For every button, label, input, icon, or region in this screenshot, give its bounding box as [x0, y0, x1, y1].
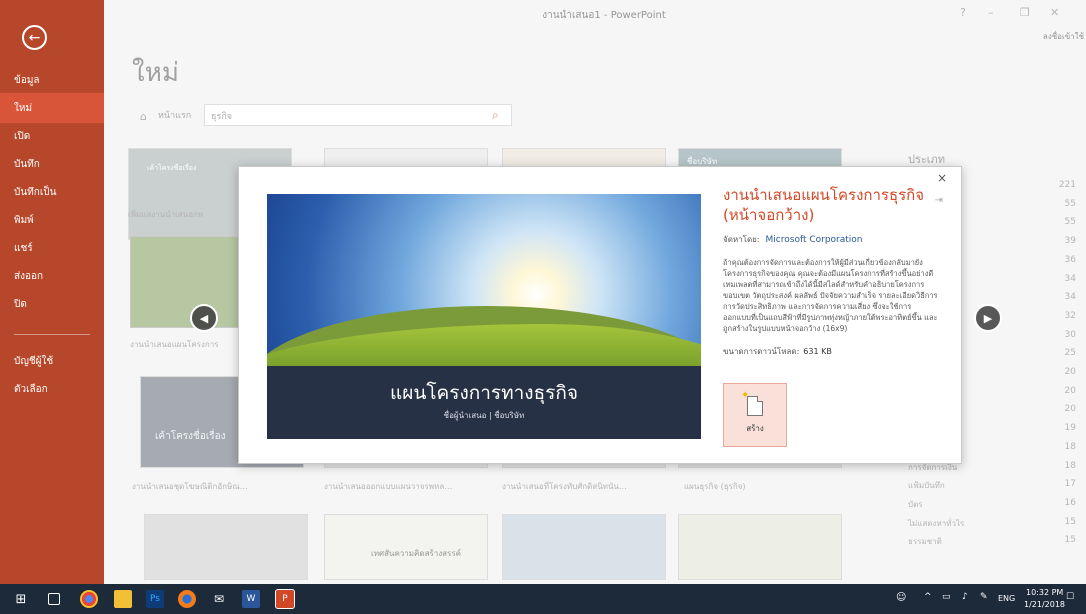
create-label: สร้าง [746, 423, 764, 433]
language-indicator[interactable]: ENG [998, 594, 1015, 603]
nav-item-open[interactable]: เปิด [0, 121, 104, 151]
taskbar: ⊞ Ps ✉ W P ☺ ^ ▭ ♪ ✎ ENG 10:32 PM 1/21/2… [0, 584, 1086, 614]
download-size-label: ขนาดการดาวน์โหลด: [723, 347, 800, 356]
provider-name: Microsoft Corporation [765, 235, 863, 245]
pin-icon[interactable]: ⇥ [935, 195, 943, 206]
clock-time[interactable]: 10:32 PM [1026, 588, 1063, 597]
volume-icon[interactable]: ♪ [962, 592, 968, 602]
preview-banner: แผนโครงการทางธุรกิจ ชื่อผู้นำเสนอ | ชื่อ… [267, 366, 701, 439]
template-preview-dialog: แผนโครงการทางธุรกิจ ชื่อผู้นำเสนอ | ชื่อ… [238, 166, 962, 464]
nav-item-close[interactable]: ปิด [0, 289, 104, 319]
preview-subtitle: ชื่อผู้นำเสนอ | ชื่อบริษัท [443, 411, 525, 420]
new-document-icon: ✦ [741, 390, 763, 416]
nav-item-save[interactable]: บันทึก [0, 149, 104, 179]
template-preview-image: แผนโครงการทางธุรกิจ ชื่อผู้นำเสนอ | ชื่อ… [267, 194, 701, 439]
network-icon[interactable]: ▭ [942, 592, 951, 602]
preview-title: แผนโครงการทางธุรกิจ [389, 382, 579, 404]
template-title: งานนำเสนอแผนโครงการธุรกิจ (หน้าจอกว้าง) [723, 186, 925, 224]
photoshop-icon[interactable]: Ps [146, 590, 164, 608]
nav-item-info[interactable]: ข้อมูล [0, 65, 104, 95]
create-button[interactable]: ✦ สร้าง [723, 383, 787, 447]
previous-template-button[interactable]: ◀ [190, 304, 218, 332]
nav-item-new[interactable]: ใหม่ [0, 93, 104, 123]
notifications-icon[interactable]: ☐ [1066, 592, 1074, 602]
chrome-icon[interactable] [80, 590, 98, 608]
download-size-line: ขนาดการดาวน์โหลด: 631 KB [723, 345, 832, 358]
close-dialog-icon[interactable]: × [937, 171, 947, 185]
nav-divider [14, 334, 90, 335]
back-arrow-icon[interactable]: ← [22, 25, 47, 50]
firefox-icon[interactable] [178, 590, 196, 608]
template-description: ถ้าคุณต้องการจัดการและต้องการให้ผู้มีส่ว… [723, 258, 938, 333]
nav-item-save-as[interactable]: บันทึกเป็น [0, 177, 104, 207]
provider-line: จัดหาโดย: Microsoft Corporation [723, 233, 863, 246]
nav-item-options[interactable]: ตัวเลือก [0, 374, 104, 404]
powerpoint-icon[interactable]: P [275, 589, 295, 609]
file-explorer-icon[interactable] [114, 590, 132, 608]
nav-item-print[interactable]: พิมพ์ [0, 205, 104, 235]
show-hidden-icons[interactable]: ^ [924, 592, 932, 602]
download-size-value: 631 KB [803, 347, 832, 356]
task-view-icon[interactable] [48, 593, 60, 605]
next-template-button[interactable]: ▶ [974, 304, 1002, 332]
nav-item-share[interactable]: แชร์ [0, 233, 104, 263]
pen-icon[interactable]: ✎ [980, 592, 988, 602]
nav-item-account[interactable]: บัญชีผู้ใช้ [0, 346, 104, 376]
provider-label: จัดหาโดย: [723, 235, 760, 244]
backstage-nav: ← ข้อมูล ใหม่ เปิด บันทึก บันทึกเป็น พิม… [0, 0, 104, 584]
mail-icon[interactable]: ✉ [210, 590, 228, 608]
people-icon[interactable]: ☺ [896, 592, 906, 603]
clock-date[interactable]: 1/21/2018 [1024, 600, 1065, 609]
word-icon[interactable]: W [242, 590, 260, 608]
windows-start-icon[interactable]: ⊞ [12, 590, 30, 608]
nav-item-export[interactable]: ส่งออก [0, 261, 104, 291]
